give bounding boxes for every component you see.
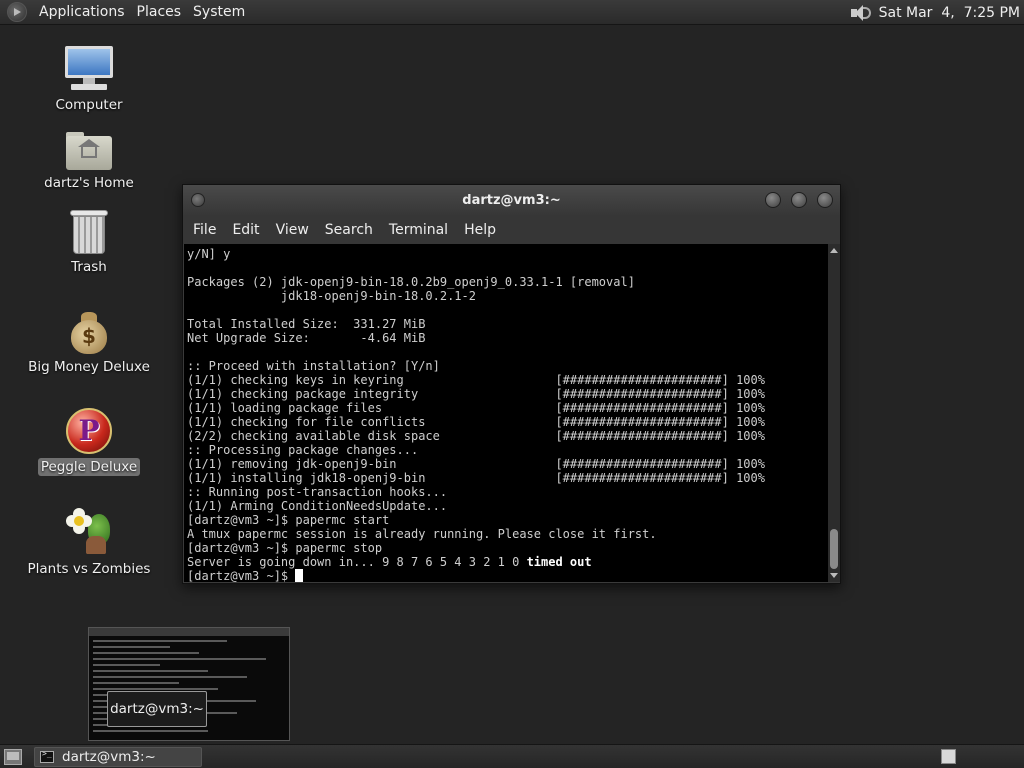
terminal-line: Total Installed Size: 331.27 MiB	[187, 317, 426, 331]
terminal-window[interactable]: dartz@vm3:~ File Edit View Search Termin…	[182, 184, 841, 584]
plants-vs-zombies-icon	[66, 508, 112, 556]
window-title: dartz@vm3:~	[462, 193, 561, 208]
terminal-scrollbar[interactable]	[828, 244, 840, 582]
terminal-line: A tmux papermc session is already runnin…	[187, 527, 657, 541]
menu-applications[interactable]: Applications	[33, 4, 131, 20]
desktop-icon-home[interactable]: dartz's Home	[24, 130, 154, 192]
minimize-button[interactable]	[765, 192, 781, 208]
terminal-line: (1/1) removing jdk-openj9-bin [#########…	[187, 457, 765, 471]
desktop-icon-label: Trash	[71, 259, 107, 275]
taskbar-item-terminal[interactable]: dartz@vm3:~	[34, 747, 202, 767]
window-titlebar[interactable]: dartz@vm3:~	[183, 185, 840, 216]
panel-tray: Sat Mar 4, 7:25 PM	[850, 0, 1024, 25]
window-menu-button[interactable]	[191, 193, 205, 207]
volume-icon[interactable]	[850, 4, 871, 21]
clock[interactable]: Sat Mar 4, 7:25 PM	[879, 5, 1020, 21]
peggle-icon: P	[66, 408, 112, 454]
terminal-line: :: Processing package changes...	[187, 443, 419, 457]
menu-file[interactable]: File	[185, 222, 224, 238]
menu-system[interactable]: System	[187, 4, 251, 20]
terminal-line: (1/1) Arming ConditionNeedsUpdate...	[187, 499, 448, 513]
terminal-text: y/N] y Packages (2) jdk-openj9-bin-18.0.…	[184, 244, 828, 582]
terminal-line: Server is going down in... 9 8 7 6 5 4 3…	[187, 555, 592, 569]
menu-search[interactable]: Search	[317, 222, 381, 238]
terminal-line: Packages (2) jdk-openj9-bin-18.0.2b9_ope…	[187, 275, 635, 289]
window-preview-tooltip: dartz@vm3:~	[107, 691, 207, 727]
scroll-up-arrow-icon[interactable]	[830, 248, 838, 253]
terminal-line: [dartz@vm3 ~]$ papermc stop	[187, 541, 383, 555]
distro-logo-icon[interactable]	[7, 2, 27, 22]
desktop-icon-label: Big Money Deluxe	[28, 359, 150, 375]
workspace-switcher[interactable]	[941, 749, 956, 764]
terminal-menubar: File Edit View Search Terminal Help	[183, 216, 840, 244]
menu-help[interactable]: Help	[456, 222, 504, 238]
computer-icon	[65, 46, 113, 92]
menu-places[interactable]: Places	[131, 4, 188, 20]
terminal-line: [dartz@vm3 ~]$ papermc start	[187, 513, 390, 527]
desktop-icon-trash[interactable]: Trash	[24, 210, 154, 276]
terminal-prompt-line: [dartz@vm3 ~]$	[187, 569, 828, 582]
text-cursor	[295, 569, 304, 582]
desktop-icon-label: dartz's Home	[44, 175, 134, 191]
desktop-icon-label: Plants vs Zombies	[27, 561, 151, 577]
bottom-panel: dartz@vm3:~	[0, 744, 1024, 768]
terminal-line: jdk18-openj9-bin-18.0.2.1-2	[187, 289, 476, 303]
home-folder-icon	[66, 130, 112, 170]
top-panel: Applications Places System Sat Mar 4, 7:…	[0, 0, 1024, 25]
terminal-line: (1/1) checking for file conflicts [#####…	[187, 415, 765, 429]
money-bag-icon: $	[69, 310, 109, 354]
terminal-output[interactable]: y/N] y Packages (2) jdk-openj9-bin-18.0.…	[184, 244, 828, 582]
taskbar-item-label: dartz@vm3:~	[62, 749, 156, 765]
terminal-line: (1/1) installing jdk18-openj9-bin [#####…	[187, 471, 765, 485]
terminal-line: (1/1) checking keys in keyring [########…	[187, 373, 765, 387]
terminal-line: (2/2) checking available disk space [###…	[187, 429, 765, 443]
desktop-icon-label: Peggle Deluxe	[37, 458, 141, 476]
terminal-line: Net Upgrade Size: -4.64 MiB	[187, 331, 426, 345]
terminal-line: (1/1) checking package integrity [######…	[187, 387, 765, 401]
trash-icon	[70, 210, 108, 254]
menu-terminal[interactable]: Terminal	[381, 222, 456, 238]
show-desktop-icon[interactable]	[4, 749, 22, 765]
menu-edit[interactable]: Edit	[224, 222, 267, 238]
terminal-line: :: Running post-transaction hooks...	[187, 485, 448, 499]
scrollbar-thumb[interactable]	[830, 529, 838, 569]
terminal-icon	[40, 749, 54, 763]
terminal-line: (1/1) loading package files [###########…	[187, 401, 765, 415]
desktop-icon-label: Computer	[55, 97, 123, 113]
terminal-line: y/N] y	[187, 247, 231, 261]
maximize-button[interactable]	[791, 192, 807, 208]
close-button[interactable]	[817, 192, 833, 208]
desktop-icon-big-money[interactable]: $ Big Money Deluxe	[24, 310, 154, 376]
scroll-down-arrow-icon[interactable]	[830, 573, 838, 578]
desktop-icon-pvz[interactable]: Plants vs Zombies	[24, 508, 154, 578]
terminal-line: :: Proceed with installation? [Y/n]	[187, 359, 440, 373]
desktop-icon-computer[interactable]: Computer	[24, 46, 154, 114]
desktop-icon-peggle[interactable]: P Peggle Deluxe	[24, 408, 154, 476]
menu-view[interactable]: View	[268, 222, 317, 238]
